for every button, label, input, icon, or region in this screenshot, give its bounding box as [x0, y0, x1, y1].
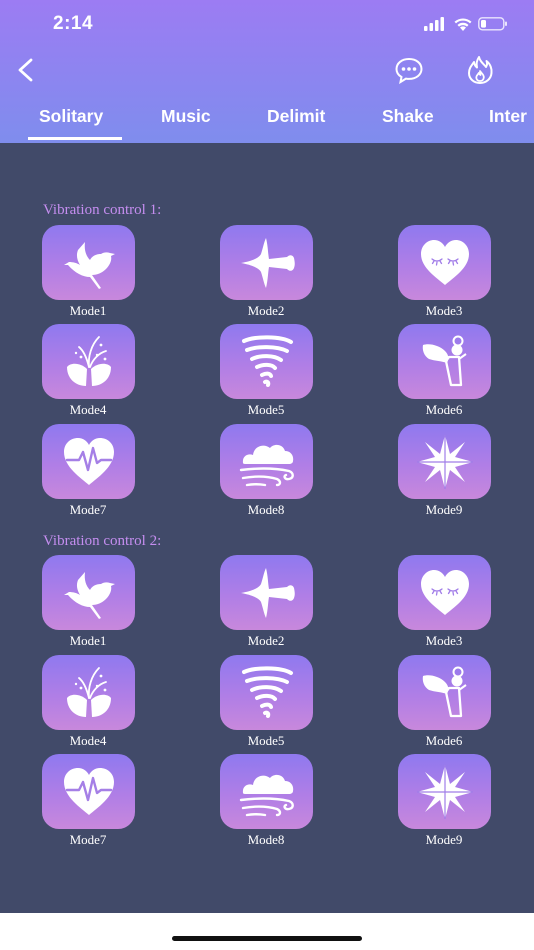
signal-icon [424, 17, 444, 31]
mode3-button[interactable]: Mode3 [394, 555, 494, 655]
heartbeat-icon [59, 433, 119, 491]
tab-solitary[interactable]: Solitary [39, 106, 103, 127]
section-title-vibration-2: Vibration control 2: [43, 533, 162, 549]
mode-label: Mode8 [247, 502, 285, 517]
mode-label: Mode7 [69, 832, 107, 847]
fountain-icon [59, 664, 119, 722]
active-tab-indicator [28, 137, 122, 140]
mode-label: Mode1 [69, 303, 107, 318]
mode-label: Mode5 [247, 733, 285, 748]
mode-label: Mode4 [69, 733, 107, 748]
mode5-button[interactable]: Mode5 [216, 655, 316, 755]
back-button[interactable] [14, 56, 38, 84]
mode6-button[interactable]: Mode6 [394, 324, 494, 424]
mode8-button[interactable]: Mode8 [216, 424, 316, 524]
bird-icon [59, 234, 119, 292]
chat-icon[interactable] [394, 56, 424, 84]
mode-label: Mode6 [425, 733, 463, 748]
mode8-button[interactable]: Mode8 [216, 754, 316, 854]
star-icon [415, 763, 475, 821]
mode-label: Mode4 [69, 402, 107, 417]
mode-label: Mode8 [247, 832, 285, 847]
home-indicator[interactable] [172, 936, 362, 941]
wifi-icon [454, 18, 472, 31]
fountain-icon [59, 333, 119, 391]
mode3-button[interactable]: Mode3 [394, 225, 494, 325]
heart-icon [415, 234, 475, 292]
mode-label: Mode7 [69, 502, 107, 517]
star-icon [415, 433, 475, 491]
mode4-button[interactable]: Mode4 [38, 324, 138, 424]
bird-icon [59, 564, 119, 622]
mode7-button[interactable]: Mode7 [38, 424, 138, 524]
home-bar-area [0, 913, 534, 950]
mode9-button[interactable]: Mode9 [394, 424, 494, 524]
mode-label: Mode2 [247, 303, 285, 318]
wind-cloud-icon [237, 763, 297, 821]
mode-label: Mode1 [69, 633, 107, 648]
mode-label: Mode5 [247, 402, 285, 417]
mode-label: Mode9 [425, 502, 463, 517]
mode9-button[interactable]: Mode9 [394, 754, 494, 854]
angel-icon [415, 664, 475, 722]
mode7-button[interactable]: Mode7 [38, 754, 138, 854]
mode5-button[interactable]: Mode5 [216, 324, 316, 424]
mode-label: Mode3 [425, 633, 463, 648]
tornado-icon [237, 664, 297, 722]
mode4-button[interactable]: Mode4 [38, 655, 138, 755]
header: 2:14 Solitary Music Delimit Shake Inter [0, 0, 534, 143]
mode1-button[interactable]: Mode1 [38, 225, 138, 325]
mode-label: Mode2 [247, 633, 285, 648]
tab-music[interactable]: Music [161, 106, 211, 127]
mode6-button[interactable]: Mode6 [394, 655, 494, 755]
heartbeat-icon [59, 763, 119, 821]
tab-bar: Solitary Music Delimit Shake Inter [0, 100, 534, 143]
mode-content: Vibration control 1: Mode1 Mode2 Mode3 M… [0, 143, 534, 913]
wind-cloud-icon [237, 433, 297, 491]
plane-icon [237, 234, 297, 292]
tab-delimit[interactable]: Delimit [267, 106, 325, 127]
tab-shake[interactable]: Shake [382, 106, 434, 127]
angel-icon [415, 333, 475, 391]
plane-icon [237, 564, 297, 622]
status-time: 2:14 [53, 13, 94, 34]
section-title-vibration-1: Vibration control 1: [43, 202, 162, 218]
mode1-button[interactable]: Mode1 [38, 555, 138, 655]
status-icons [424, 17, 507, 31]
mode-label: Mode6 [425, 402, 463, 417]
mode-label: Mode9 [425, 832, 463, 847]
tab-inter[interactable]: Inter [489, 106, 527, 127]
mode2-button[interactable]: Mode2 [216, 555, 316, 655]
mode-label: Mode3 [425, 303, 463, 318]
fire-icon[interactable] [466, 55, 494, 85]
tornado-icon [237, 333, 297, 391]
mode2-button[interactable]: Mode2 [216, 225, 316, 325]
heart-icon [415, 564, 475, 622]
battery-icon [478, 17, 507, 31]
